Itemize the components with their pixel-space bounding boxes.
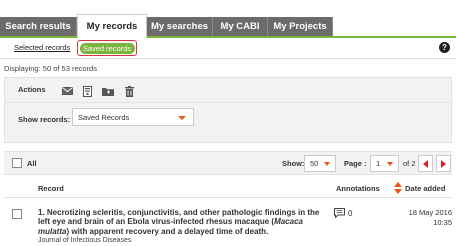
- record-title-link[interactable]: 1. Necrotizing scleritis, conjunctivitis…: [38, 208, 328, 236]
- tab-my-records[interactable]: My records: [77, 14, 147, 38]
- trash-icon[interactable]: [120, 82, 138, 100]
- select-all-checkbox[interactable]: [12, 158, 22, 168]
- tab-my-projects[interactable]: My Projects: [268, 17, 333, 36]
- sub-navigation: Selected records Saved records ?: [0, 38, 456, 59]
- chevron-down-icon: [178, 116, 186, 120]
- previous-page-button[interactable]: [418, 155, 433, 172]
- export-icon[interactable]: [78, 82, 96, 100]
- actions-row: Actions: [5, 78, 453, 103]
- annotation-count-value: 0: [348, 208, 353, 218]
- page-label: Page :: [344, 159, 367, 168]
- show-records-label: Show records:: [18, 115, 71, 124]
- saved-records-button[interactable]: Saved records: [79, 42, 135, 54]
- page-value: 1: [376, 159, 381, 168]
- selected-records-link[interactable]: Selected records: [14, 43, 70, 52]
- record-count-text: Displaying: 50 of 53 records: [4, 64, 97, 73]
- column-annotations: Annotations: [336, 184, 380, 193]
- folder-icon[interactable]: [99, 82, 117, 100]
- tab-my-searches[interactable]: My searches: [147, 17, 213, 36]
- per-page-label: Show:: [282, 159, 305, 168]
- saved-records-highlight: Saved records: [77, 40, 137, 56]
- record-date: 18 May 2016: [408, 208, 452, 217]
- arrow-right-icon: [441, 159, 446, 168]
- chevron-down-icon: [387, 162, 393, 166]
- record-title-text-end: ) with apparent recovery and a delayed t…: [66, 226, 269, 236]
- page-select[interactable]: 1: [370, 155, 399, 172]
- show-records-select[interactable]: Saved Records: [72, 108, 194, 126]
- sort-icon[interactable]: [394, 182, 402, 194]
- table-header: Record Annotations Date added: [4, 180, 452, 198]
- record-time: 10:35: [433, 217, 452, 227]
- email-icon[interactable]: [58, 82, 76, 100]
- record-journal: Journal of Infectious Diseases: [38, 237, 132, 244]
- arrow-left-icon: [423, 159, 428, 168]
- tab-my-cabi[interactable]: My CABI: [213, 17, 268, 36]
- page-total-label: of 2: [403, 159, 416, 168]
- record-checkbox[interactable]: [12, 209, 22, 219]
- results-toolbar: All Show: 50 Page : 1 of 2: [4, 151, 452, 175]
- per-page-value: 50: [310, 159, 319, 168]
- actions-label: Actions: [18, 85, 46, 94]
- help-icon[interactable]: ?: [439, 42, 450, 53]
- per-page-select[interactable]: 50: [304, 155, 336, 172]
- record-date-added: 18 May 2016 10:35: [392, 208, 452, 227]
- select-all-label: All: [27, 159, 37, 168]
- tab-search-results[interactable]: Search results: [0, 17, 77, 36]
- annotation-count[interactable]: 0: [334, 208, 352, 218]
- show-records-value: Saved Records: [78, 112, 130, 122]
- actions-panel: Actions Show records: Saved Records: [4, 77, 453, 143]
- tab-bar: Search results My records My searches My…: [0, 0, 456, 38]
- column-record: Record: [38, 184, 64, 193]
- table-row: 1. Necrotizing scleritis, conjunctivitis…: [4, 203, 452, 246]
- column-date-added[interactable]: Date added: [405, 184, 445, 193]
- comment-icon: [334, 208, 345, 218]
- chevron-down-icon: [324, 162, 330, 166]
- next-page-button[interactable]: [436, 155, 451, 172]
